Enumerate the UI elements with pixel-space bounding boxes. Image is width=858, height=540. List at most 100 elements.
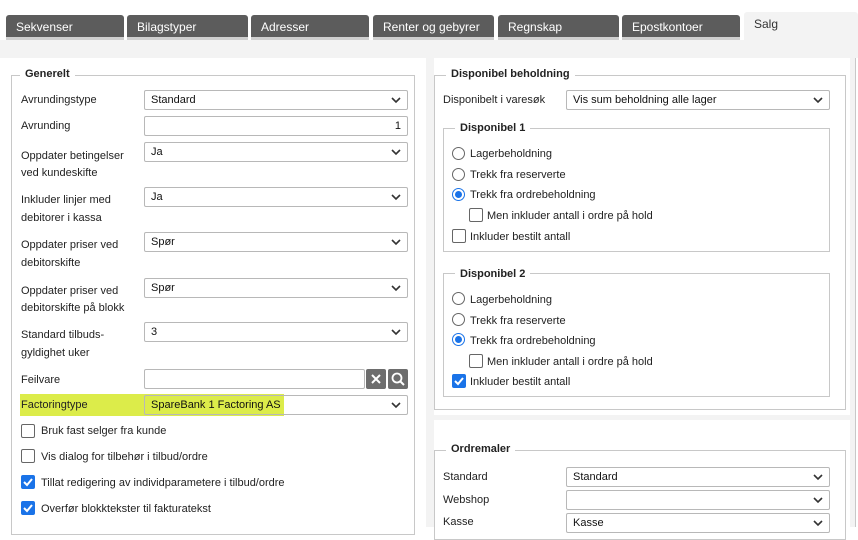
- oppdater-betingelser-value: Ja: [151, 146, 163, 158]
- standard-tilbud-label-1: Standard tilbuds-: [21, 329, 105, 341]
- ordremal-standard-value: Standard: [573, 471, 618, 483]
- tillat-redigering-checkbox[interactable]: [21, 475, 35, 489]
- tillat-redigering-label: Tillat redigering av individparametere i…: [41, 477, 285, 489]
- disp2-bestilt-checkbox[interactable]: [452, 374, 466, 388]
- check-icon: [23, 478, 33, 487]
- generelt-legend: Generelt: [20, 68, 75, 80]
- search-button[interactable]: [388, 369, 408, 389]
- beholdning-panel: Disponibel beholdning Disponibelt i vare…: [434, 58, 850, 415]
- varesok-select[interactable]: Vis sum beholdning alle lager: [566, 90, 830, 110]
- disp1-lagerbeholdning-label: Lagerbeholdning: [470, 148, 552, 160]
- chevron-down-icon: [391, 285, 401, 292]
- disp1-radio-trekk-ordrebeholdning[interactable]: [452, 188, 465, 201]
- feilvare-input[interactable]: [144, 369, 365, 389]
- inkluder-linjer-select[interactable]: Ja: [144, 187, 408, 207]
- chevron-down-icon: [391, 402, 401, 409]
- factoringtype-select[interactable]: SpareBank 1 Factoring AS: [144, 395, 408, 415]
- disp2-trekk-ordrebeholdning-label: Trekk fra ordrebeholdning: [470, 335, 596, 347]
- overfor-blokktekster-checkbox[interactable]: [21, 501, 35, 515]
- standard-tilbud-value: 3: [151, 326, 158, 338]
- disp2-radio-lagerbeholdning[interactable]: [452, 292, 465, 305]
- avrunding-input[interactable]: 1: [144, 116, 408, 136]
- oppdater-priser-blokk-value: Spør: [151, 282, 175, 294]
- check-icon: [454, 377, 464, 386]
- oppdater-priser-value: Spør: [151, 236, 175, 248]
- avrundingstype-label: Avrundingstype: [21, 94, 97, 106]
- avrundingstype-value: Standard: [151, 94, 196, 106]
- factoringtype-label: Factoringtype: [21, 399, 88, 411]
- tab-renter-og-gebyrer[interactable]: Renter og gebyrer: [373, 15, 494, 40]
- chevron-down-icon: [391, 149, 401, 156]
- disp2-radio-trekk-ordrebeholdning[interactable]: [452, 333, 465, 346]
- ordremal-standard-select[interactable]: Standard: [566, 467, 830, 487]
- close-icon: [371, 374, 381, 384]
- ordremaler-legend: Ordremaler: [446, 443, 516, 455]
- disp1-men-inkluder-checkbox[interactable]: [469, 208, 483, 222]
- avrundingstype-select[interactable]: Standard: [144, 90, 408, 110]
- chevron-down-icon: [813, 520, 823, 527]
- disp2-men-inkluder-label: Men inkluder antall i ordre på hold: [487, 356, 653, 368]
- bruk-fast-selger-checkbox[interactable]: [21, 424, 35, 438]
- ordremal-webshop-select[interactable]: [566, 490, 830, 510]
- content-area: Generelt Avrundingstype Standard Avrundi…: [0, 40, 858, 540]
- disponibel-1-legend: Disponibel 1: [455, 122, 531, 134]
- chevron-down-icon: [813, 97, 823, 104]
- varesok-value: Vis sum beholdning alle lager: [573, 94, 717, 106]
- left-panel: Generelt Avrundingstype Standard Avrundi…: [0, 58, 426, 535]
- tab-bilagstyper[interactable]: Bilagstyper: [127, 15, 248, 40]
- check-icon: [23, 504, 33, 513]
- disponibel-2-legend: Disponibel 2: [455, 268, 531, 280]
- oppdater-betingelser-select[interactable]: Ja: [144, 142, 408, 162]
- tab-epostkontoer[interactable]: Epostkontoer: [622, 15, 740, 40]
- disp1-radio-lagerbeholdning[interactable]: [452, 147, 465, 160]
- clear-button[interactable]: [366, 369, 386, 389]
- disp1-bestilt-label: Inkluder bestilt antall: [470, 231, 571, 243]
- factoringtype-value: SpareBank 1 Factoring AS: [151, 399, 281, 411]
- search-icon: [391, 372, 405, 386]
- disp1-men-inkluder-label: Men inkluder antall i ordre på hold: [487, 210, 653, 222]
- chevron-down-icon: [391, 194, 401, 201]
- chevron-down-icon: [813, 497, 823, 504]
- standard-tilbud-select[interactable]: 3: [144, 322, 408, 342]
- tab-salg[interactable]: Salg: [744, 12, 858, 40]
- ordremal-webshop-label: Webshop: [443, 494, 490, 506]
- tab-regnskap[interactable]: Regnskap: [498, 15, 619, 40]
- disp2-trekk-reserverte-label: Trekk fra reserverte: [470, 315, 566, 327]
- oppdater-priser-blokk-select[interactable]: Spør: [144, 278, 408, 298]
- vis-dialog-label: Vis dialog for tilbehør i tilbud/ordre: [41, 451, 208, 463]
- ordremal-kasse-select[interactable]: Kasse: [566, 513, 830, 533]
- overfor-blokktekster-label: Overfør blokktekster til fakturatekst: [41, 503, 211, 515]
- oppdater-betingelser-label-1: Oppdater betingelser: [21, 150, 124, 162]
- oppdater-priser-label-1: Oppdater priser ved: [21, 239, 119, 251]
- ordremal-standard-label: Standard: [443, 471, 488, 483]
- disp1-trekk-reserverte-label: Trekk fra reserverte: [470, 169, 566, 181]
- bruk-fast-selger-label: Bruk fast selger fra kunde: [41, 425, 167, 437]
- chevron-down-icon: [391, 329, 401, 336]
- oppdater-priser-blokk-label-2: debitorskifte på blokk: [21, 302, 125, 314]
- disp2-lagerbeholdning-label: Lagerbeholdning: [470, 294, 552, 306]
- tab-adresser[interactable]: Adresser: [251, 15, 369, 40]
- chevron-down-icon: [391, 97, 401, 104]
- inkluder-linjer-label-1: Inkluder linjer med: [21, 194, 111, 206]
- disp1-trekk-ordrebeholdning-label: Trekk fra ordrebeholdning: [470, 189, 596, 201]
- standard-tilbud-label-2: gyldighet uker: [21, 347, 90, 359]
- inkluder-linjer-value: Ja: [151, 191, 163, 203]
- disp1-bestilt-checkbox[interactable]: [452, 229, 466, 243]
- vis-dialog-checkbox[interactable]: [21, 449, 35, 463]
- varesok-label: Disponibelt i varesøk: [443, 94, 546, 106]
- ordremaler-panel: Ordremaler Standard Standard Webshop Kas…: [434, 420, 850, 540]
- ordremal-kasse-label: Kasse: [443, 516, 474, 528]
- tab-sekvenser[interactable]: Sekvenser: [6, 15, 124, 40]
- disp2-radio-trekk-reserverte[interactable]: [452, 313, 465, 326]
- chevron-down-icon: [813, 474, 823, 481]
- disp2-men-inkluder-checkbox[interactable]: [469, 354, 483, 368]
- chevron-down-icon: [391, 239, 401, 246]
- tab-bar: Sekvenser Bilagstyper Adresser Renter og…: [0, 0, 858, 40]
- avrunding-label: Avrunding: [21, 120, 71, 132]
- disp1-radio-trekk-reserverte[interactable]: [452, 168, 465, 181]
- disp2-bestilt-label: Inkluder bestilt antall: [470, 376, 571, 388]
- inkluder-linjer-label-2: debitorer i kassa: [21, 212, 102, 224]
- oppdater-priser-label-2: debitorskifte: [21, 257, 81, 269]
- oppdater-priser-blokk-label-1: Oppdater priser ved: [21, 285, 119, 297]
- oppdater-priser-select[interactable]: Spør: [144, 232, 408, 252]
